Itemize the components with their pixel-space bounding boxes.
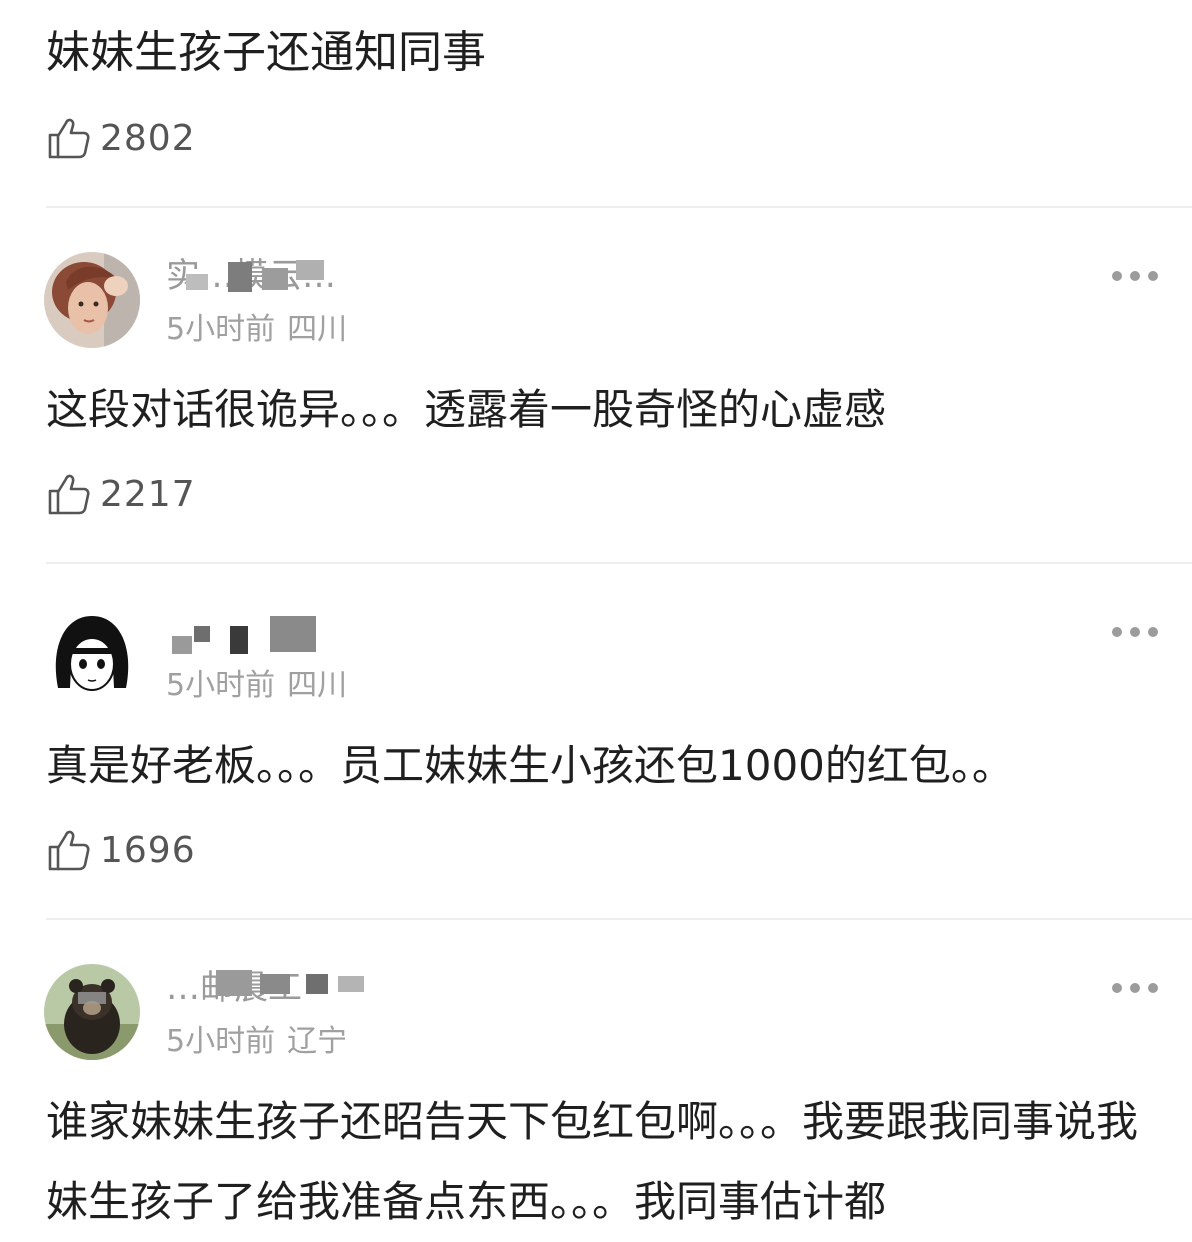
more-dots-icon — [1112, 983, 1122, 993]
comment-text: 真是好老板。。。员工妹妹生小孩还包1000的红包。。 — [46, 741, 1014, 790]
comment-like-button[interactable]: 1696 — [46, 826, 196, 874]
comment-item: …邮晨工 5小时前辽宁 谁家妹妹生孩子还昭告天下包红包啊。。。我要跟我同事说我妹… — [0, 920, 1192, 1239]
username-blur — [166, 254, 376, 298]
more-dot — [1130, 627, 1140, 637]
more-button[interactable] — [1112, 978, 1158, 998]
avatar[interactable] — [44, 252, 140, 348]
comment-text: 谁家妹妹生孩子还昭告天下包红包啊。。。我要跟我同事说我妹生孩子了给我准备点东西。… — [46, 1097, 1139, 1226]
comment-text: 这段对话很诡异。。。透露着一股奇怪的心虚感 — [46, 385, 887, 434]
comment-meta: 5小时前 四川 — [166, 666, 347, 706]
post-like-button[interactable]: 2802 — [46, 114, 196, 162]
avatar[interactable] — [44, 964, 140, 1060]
thumbs-up-icon — [48, 118, 90, 159]
more-dots-icon — [1112, 627, 1122, 637]
more-button[interactable] — [1112, 266, 1158, 286]
comment-time: 5小时前 — [166, 1024, 276, 1059]
more-dot — [1148, 271, 1158, 281]
avatar-image — [44, 252, 140, 348]
post-text: 妹妹生孩子还通知同事 — [46, 27, 486, 78]
thumbs-up-icon — [48, 474, 90, 515]
like-count: 1696 — [100, 829, 196, 871]
more-dot — [1130, 271, 1140, 281]
comment-location: 辽宁 — [287, 1024, 348, 1059]
username-blur — [166, 966, 376, 1010]
comment-item: 实…模云… 5小时前四川 这段对话很诡异。。。透露着一股奇怪的心虚感 2217 — [0, 208, 1192, 564]
more-dot — [1148, 983, 1158, 993]
avatar-image — [44, 608, 140, 704]
post-header: 妹妹生孩子还通知同事 2802 — [0, 0, 1192, 208]
comment-time: 5小时前 — [166, 668, 276, 703]
like-count: 2802 — [100, 117, 196, 159]
more-dots-icon — [1112, 271, 1122, 281]
comment-location: 四川 — [287, 312, 348, 347]
comment-meta: 5小时前 四川 — [166, 310, 347, 350]
more-dot — [1148, 627, 1158, 637]
username[interactable]: …邮晨工 — [166, 966, 376, 1010]
comment-time: 5小时前 — [166, 312, 276, 347]
like-count: 2217 — [100, 473, 196, 515]
comment-item: 5小时前 四川 真是好老板。。。员工妹妹生小孩还包1000的红包。。 1696 — [0, 564, 1192, 920]
avatar-image — [44, 964, 140, 1060]
more-button[interactable] — [1112, 622, 1158, 642]
username[interactable] — [166, 610, 376, 654]
comment-like-button[interactable]: 2217 — [46, 470, 196, 518]
comment-location: 四川 — [287, 668, 348, 703]
more-dot — [1130, 983, 1140, 993]
comment-meta: 5小时前 辽宁 — [166, 1022, 347, 1062]
avatar[interactable] — [44, 608, 140, 704]
username-blur — [166, 610, 376, 654]
username[interactable]: 实…模云… — [166, 254, 376, 298]
thumbs-up-icon — [48, 830, 90, 871]
